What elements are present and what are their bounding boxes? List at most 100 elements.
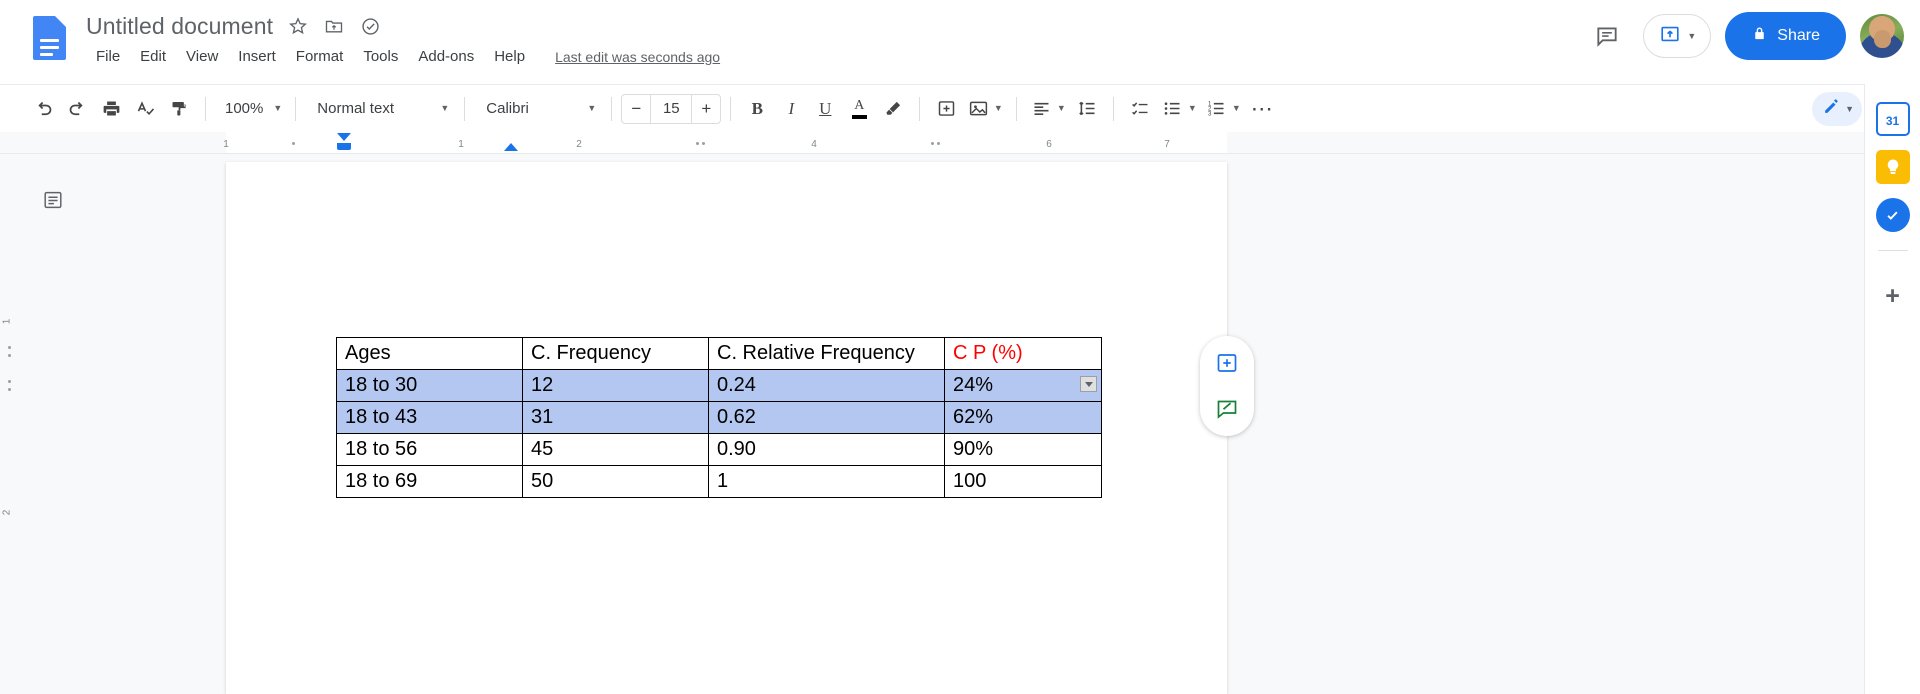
font-family-control[interactable]: Calibri ▼ — [474, 92, 602, 126]
more-options-icon[interactable]: ⋯ — [1245, 92, 1279, 126]
table-cell-cfreq[interactable]: 45 — [522, 433, 709, 466]
paragraph-style-control[interactable]: Normal text ▼ — [305, 92, 455, 126]
image-chevron-down-icon[interactable]: ▼ — [994, 104, 1003, 113]
right-indent-handle[interactable] — [504, 143, 518, 151]
bulleted-list-icon[interactable]: ▼ — [1157, 92, 1201, 126]
print-icon[interactable] — [94, 92, 128, 126]
align-chevron-down-icon[interactable]: ▼ — [1057, 104, 1066, 113]
google-tasks-icon[interactable] — [1875, 198, 1910, 232]
table-cell-ages[interactable]: 18 to 56 — [336, 433, 523, 466]
table-cell-cfreq[interactable]: 50 — [522, 465, 709, 498]
zoom-control[interactable]: 100% ▼ — [215, 92, 286, 126]
table-cell-ages[interactable]: 18 to 69 — [336, 465, 523, 498]
table-row[interactable]: 18 to 30 12 0.24 24% — [336, 369, 1102, 402]
table-row[interactable]: 18 to 43 31 0.62 62% — [336, 401, 1102, 434]
table-cell-crelfreq[interactable]: 1 — [708, 465, 945, 498]
bold-button[interactable]: B — [740, 92, 774, 126]
bullet-chevron-down-icon[interactable]: ▼ — [1188, 104, 1197, 113]
table-cell-cfreq[interactable]: 12 — [522, 369, 709, 402]
menu-help[interactable]: Help — [484, 45, 535, 68]
zoom-chevron-down-icon[interactable]: ▼ — [273, 104, 282, 113]
checklist-icon[interactable] — [1123, 92, 1157, 126]
document-outline-icon[interactable] — [40, 187, 66, 213]
table-cell-crelfreq[interactable]: 0.90 — [708, 433, 945, 466]
menu-insert[interactable]: Insert — [228, 45, 286, 68]
vertical-ruler[interactable]: 1 2 — [0, 154, 20, 694]
google-keep-icon[interactable] — [1875, 150, 1910, 184]
line-spacing-icon[interactable] — [1070, 92, 1104, 126]
user-avatar[interactable] — [1860, 14, 1904, 58]
table-cell-ages[interactable]: 18 to 30 — [336, 369, 523, 402]
insert-link-icon[interactable] — [929, 92, 963, 126]
table-header-ages[interactable]: Ages — [336, 337, 523, 370]
cloud-check-icon[interactable] — [359, 15, 381, 37]
table-row[interactable]: 18 to 56 45 0.90 90% — [336, 433, 1102, 466]
number-chevron-down-icon[interactable]: ▼ — [1232, 104, 1241, 113]
add-ons-plus-icon[interactable]: + — [1876, 279, 1910, 313]
comment-history-icon[interactable] — [1585, 14, 1629, 58]
menu-edit[interactable]: Edit — [130, 45, 176, 68]
table-cell-cp[interactable]: 100 — [944, 465, 1102, 498]
menu-view[interactable]: View — [176, 45, 228, 68]
undo-icon[interactable] — [26, 92, 60, 126]
table-cell-crelfreq[interactable]: 0.62 — [708, 401, 945, 434]
suggest-edit-icon[interactable] — [1206, 388, 1248, 430]
ruler-page-area — [226, 132, 1227, 153]
align-left-icon[interactable]: ▼ — [1026, 92, 1070, 126]
style-chevron-down-icon[interactable]: ▼ — [440, 104, 449, 113]
ruler-dot — [931, 142, 934, 145]
table-cell-cp[interactable]: 62% — [944, 401, 1102, 434]
edit-pencil-icon — [1822, 97, 1841, 121]
document-title[interactable]: Untitled document — [86, 10, 273, 42]
menu-add-ons[interactable]: Add-ons — [408, 45, 484, 68]
editing-mode-button[interactable]: ▼ — [1812, 92, 1862, 126]
table-header-cp-percent[interactable]: C P (%) — [944, 337, 1102, 370]
cell-options-dropdown-icon[interactable] — [1080, 376, 1097, 392]
table-cell-cp[interactable]: 24% — [944, 369, 1102, 402]
mode-chevron-down-icon[interactable]: ▼ — [1845, 104, 1854, 114]
redo-icon[interactable] — [60, 92, 94, 126]
last-edit-status[interactable]: Last edit was seconds ago — [555, 49, 720, 65]
menu-file[interactable]: File — [86, 45, 130, 68]
first-line-indent-handle[interactable] — [337, 133, 351, 141]
insert-image-icon[interactable]: ▼ — [963, 92, 1007, 126]
ruler-tick: 1 — [223, 139, 229, 150]
present-chevron-down-icon[interactable]: ▼ — [1687, 31, 1696, 41]
frequency-table[interactable]: Ages C. Frequency C. Relative Frequency … — [336, 337, 1102, 498]
font-chevron-down-icon[interactable]: ▼ — [587, 104, 596, 113]
italic-button[interactable]: I — [774, 92, 808, 126]
star-icon[interactable] — [287, 15, 309, 37]
calendar-day-label: 31 — [1885, 114, 1900, 128]
vruler-dot — [8, 354, 11, 357]
table-cell-cfreq[interactable]: 31 — [522, 401, 709, 434]
left-indent-handle[interactable] — [337, 143, 351, 150]
underline-button[interactable]: U — [808, 92, 842, 126]
horizontal-ruler[interactable]: 1 1 2 4 6 7 — [0, 132, 1920, 154]
table-row[interactable]: 18 to 69 50 1 100 — [336, 465, 1102, 498]
highlight-pen-icon[interactable] — [876, 92, 910, 126]
text-color-button[interactable]: A — [842, 92, 876, 126]
add-comment-icon[interactable] — [1206, 342, 1248, 384]
table-header-c-frequency[interactable]: C. Frequency — [522, 337, 709, 370]
table-cell-crelfreq[interactable]: 0.24 — [708, 369, 945, 402]
google-calendar-icon[interactable]: 31 — [1875, 102, 1910, 136]
share-button[interactable]: Share — [1725, 12, 1846, 60]
font-size-stepper: − 15 + — [621, 93, 722, 124]
table-cell-ages[interactable]: 18 to 43 — [336, 401, 523, 434]
font-size-input[interactable]: 15 — [650, 94, 693, 123]
logo-line — [40, 46, 59, 49]
table-cell-cp[interactable]: 90% — [944, 433, 1102, 466]
numbered-list-icon[interactable]: 1 2 3 ▼ — [1201, 92, 1245, 126]
move-to-folder-icon[interactable] — [323, 15, 345, 37]
increase-font-size-button[interactable]: + — [692, 95, 720, 123]
paint-format-icon[interactable] — [162, 92, 196, 126]
logo-line — [40, 53, 53, 56]
menu-tools[interactable]: Tools — [353, 45, 408, 68]
table-header-c-relative-frequency[interactable]: C. Relative Frequency — [708, 337, 945, 370]
menu-format[interactable]: Format — [286, 45, 354, 68]
google-docs-icon[interactable] — [33, 16, 66, 60]
decrease-font-size-button[interactable]: − — [622, 95, 650, 123]
present-button[interactable]: ▼ — [1643, 14, 1712, 58]
spellcheck-icon[interactable] — [128, 92, 162, 126]
document-page[interactable]: Ages C. Frequency C. Relative Frequency … — [226, 162, 1227, 694]
